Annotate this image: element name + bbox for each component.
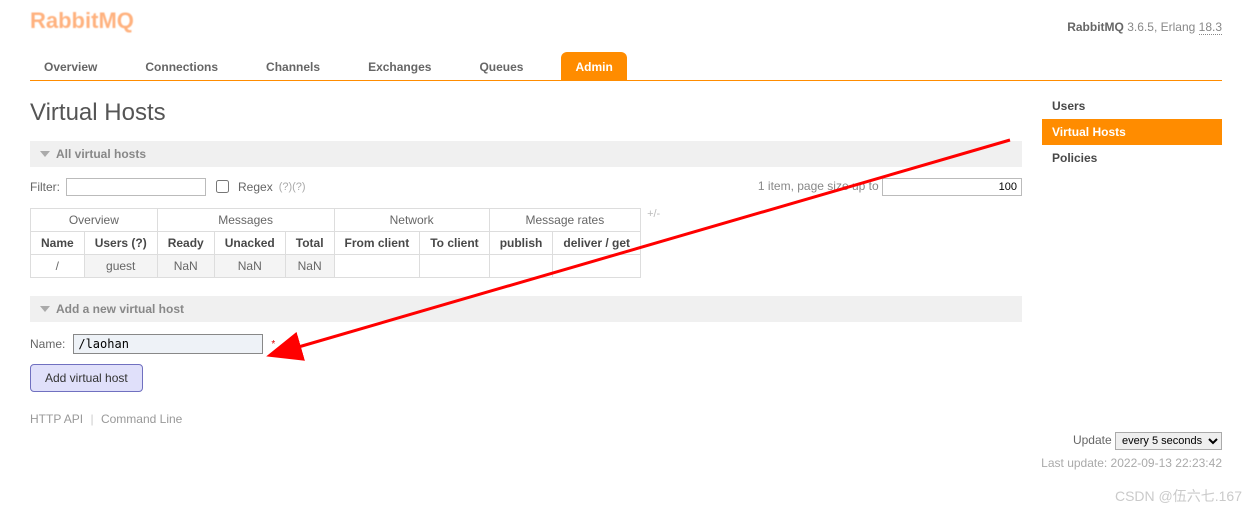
section-add-vhost[interactable]: Add a new virtual host <box>30 296 1022 322</box>
required-marker: * <box>271 339 275 350</box>
rnav-users[interactable]: Users <box>1042 93 1222 119</box>
col-from-client[interactable]: From client <box>334 232 420 255</box>
col-users[interactable]: Users (?) <box>84 232 157 255</box>
item-count-text: 1 item, page size up to <box>758 179 879 193</box>
update-interval-select[interactable]: every 5 seconds <box>1115 432 1222 450</box>
tab-channels[interactable]: Channels <box>256 52 330 80</box>
col-group-network: Network <box>334 209 489 232</box>
vhosts-table: Overview Messages Network Message rates … <box>30 208 641 278</box>
page-size-input[interactable] <box>882 178 1022 196</box>
col-total[interactable]: Total <box>285 232 334 255</box>
section-title: All virtual hosts <box>56 147 146 161</box>
top-tabs: Overview Connections Channels Exchanges … <box>30 52 1222 81</box>
filter-input[interactable] <box>66 178 206 196</box>
cell-publish <box>489 255 553 278</box>
separator: | <box>90 412 93 426</box>
vhost-name-input[interactable] <box>73 334 263 354</box>
cell-unacked: NaN <box>214 255 285 278</box>
rnav-virtual-hosts[interactable]: Virtual Hosts <box>1042 119 1222 145</box>
vhost-name[interactable]: / <box>31 255 85 278</box>
chevron-down-icon <box>40 306 50 312</box>
vhost-users: guest <box>84 255 157 278</box>
table-row[interactable]: / guest NaN NaN NaN <box>31 255 641 278</box>
cell-deliver-get <box>553 255 641 278</box>
col-group-rates: Message rates <box>489 209 640 232</box>
chevron-down-icon <box>40 151 50 157</box>
last-update: Last update: 2022-09-13 22:23:42 <box>30 456 1222 470</box>
tab-admin[interactable]: Admin <box>561 52 626 80</box>
section-title: Add a new virtual host <box>56 302 184 316</box>
watermark: CSDN @伍六七.167 <box>1115 486 1242 506</box>
cell-ready: NaN <box>157 255 214 278</box>
update-label: Update <box>1073 433 1112 447</box>
col-name[interactable]: Name <box>31 232 85 255</box>
http-api-link[interactable]: HTTP API <box>30 412 83 426</box>
col-unacked[interactable]: Unacked <box>214 232 285 255</box>
command-line-link[interactable]: Command Line <box>101 412 182 426</box>
regex-label: Regex <box>238 180 273 194</box>
columns-toggle[interactable]: +/- <box>641 208 660 220</box>
cell-to-client <box>420 255 489 278</box>
right-nav: Users Virtual Hosts Policies <box>1042 93 1222 171</box>
tab-connections[interactable]: Connections <box>135 52 228 80</box>
col-to-client[interactable]: To client <box>420 232 489 255</box>
col-group-messages: Messages <box>157 209 334 232</box>
page-title: Virtual Hosts <box>30 99 1022 127</box>
tab-overview[interactable]: Overview <box>34 52 107 80</box>
cell-total: NaN <box>285 255 334 278</box>
col-publish[interactable]: publish <box>489 232 553 255</box>
tab-exchanges[interactable]: Exchanges <box>358 52 441 80</box>
regex-hint: (?)(?) <box>279 181 306 193</box>
col-ready[interactable]: Ready <box>157 232 214 255</box>
rnav-policies[interactable]: Policies <box>1042 145 1222 171</box>
add-vhost-button[interactable]: Add virtual host <box>30 364 143 392</box>
filter-label: Filter: <box>30 180 60 194</box>
regex-checkbox[interactable] <box>216 180 229 193</box>
name-field-label: Name: <box>30 337 65 351</box>
cell-from-client <box>334 255 420 278</box>
tab-queues[interactable]: Queues <box>469 52 533 80</box>
section-all-vhosts[interactable]: All virtual hosts <box>30 141 1022 167</box>
version-info: RabbitMQ 3.6.5, Erlang 18.3 <box>1067 20 1222 34</box>
logo: RabbitMQ <box>30 8 134 34</box>
col-group-overview: Overview <box>31 209 158 232</box>
col-deliver-get[interactable]: deliver / get <box>553 232 641 255</box>
